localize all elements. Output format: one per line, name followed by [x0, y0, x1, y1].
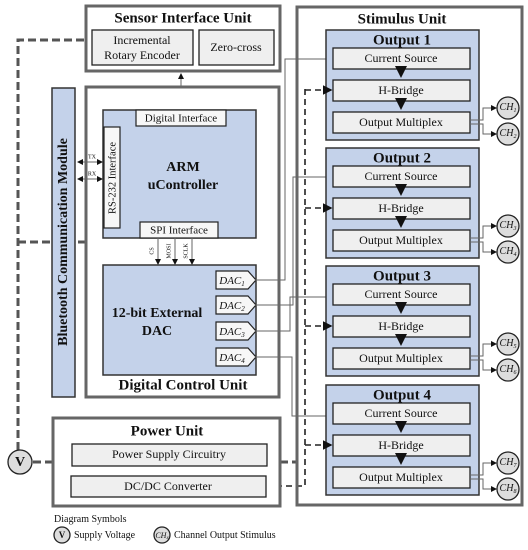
- output-title: Output 2: [373, 150, 431, 166]
- legend-title: Diagram Symbols: [54, 514, 127, 525]
- rs232-label: RS-232 Interface: [107, 142, 118, 214]
- arm-label-1: ARM: [166, 160, 199, 175]
- digital-control-title: Digital Control Unit: [119, 377, 248, 393]
- h-bridge-label: H-Bridge: [378, 319, 423, 333]
- mosi-label: MOSI: [166, 243, 172, 258]
- encoder-label-2: Rotary Encoder: [104, 48, 180, 62]
- sensor-interface-unit: Sensor Interface Unit Incremental Rotary…: [84, 4, 282, 73]
- legend-channel-label: Channel Output Stimulus: [174, 530, 276, 541]
- digital-interface-label: Digital Interface: [145, 113, 217, 125]
- h-bridge-label: H-Bridge: [378, 201, 423, 215]
- output-module-2: Output 2 Current Source H-Bridge Output Mul…: [305, 147, 520, 264]
- digital-control-unit: Digital Interface RS-232 Interface ARM u…: [77, 85, 281, 399]
- output-module-4: Output 4 Current Source H-Bridge Output Mul…: [305, 384, 520, 501]
- channel-output-8: CH8: [496, 477, 520, 501]
- dac-output-3: DAC3: [215, 321, 257, 341]
- stimulus-unit: Stimulus Unit Output 1 Current Source H-Br…: [295, 5, 524, 507]
- output-module-3: Output 3 Current Source H-Bridge Output Mul…: [305, 265, 520, 382]
- power-supply-label: Power Supply Circuitry: [112, 447, 226, 461]
- voltage-symbol-text: V: [15, 455, 25, 470]
- output-multiplex-label: Output Multiplex: [359, 233, 443, 247]
- bluetooth-module: Bluetooth Communication Module: [51, 87, 76, 398]
- dac-output-label: DAC4: [218, 352, 245, 365]
- output-module-1: Output 1 Current Source H-Bridge Output Mul…: [305, 29, 520, 146]
- system-block-diagram: Sensor Interface Unit Incremental Rotary…: [7, 4, 524, 544]
- legend-voltage-label: Supply Voltage: [74, 530, 136, 541]
- encoder-label-1: Incremental: [113, 33, 171, 47]
- dac-output-label: DAC3: [218, 326, 245, 339]
- tx-label: TX: [88, 154, 97, 160]
- output-multiplex-label: Output Multiplex: [359, 351, 443, 365]
- rx-label: RX: [88, 171, 97, 177]
- channel-output-7: CH7: [496, 451, 520, 475]
- supply-voltage-symbol: V: [7, 449, 33, 475]
- current-source-label: Current Source: [365, 406, 438, 420]
- dac-output-label: DAC1: [218, 275, 245, 288]
- channel-output-6: CH6: [496, 358, 520, 382]
- arm-label-2: uController: [148, 178, 219, 193]
- legend-voltage-symbol: V: [59, 530, 66, 540]
- cs-label: CS: [149, 247, 155, 254]
- dac-label-2: DAC: [142, 324, 172, 339]
- h-bridge-label: H-Bridge: [378, 83, 423, 97]
- power-unit-title: Power Unit: [131, 423, 204, 439]
- output-title: Output 3: [373, 268, 431, 284]
- current-source-label: Current Source: [365, 51, 438, 65]
- channel-output-4: CH4: [496, 240, 520, 264]
- output-multiplex-label: Output Multiplex: [359, 115, 443, 129]
- legend: Diagram Symbols V Supply Voltage CHx Cha…: [53, 514, 276, 544]
- channel-output-5: CH5: [496, 332, 520, 356]
- channel-output-3: CH3: [496, 214, 520, 238]
- dac-label-1: 12-bit External: [112, 306, 203, 321]
- current-source-label: Current Source: [365, 169, 438, 183]
- dac-output-4: DAC4: [215, 347, 257, 367]
- power-unit: Power Unit Power Supply Circuitry DC/DC …: [51, 416, 282, 508]
- dcdc-label: DC/DC Converter: [124, 479, 212, 493]
- output-title: Output 4: [373, 387, 431, 403]
- bluetooth-label: Bluetooth Communication Module: [56, 138, 71, 346]
- sensor-unit-title: Sensor Interface Unit: [114, 10, 251, 26]
- spi-label: SPI Interface: [150, 225, 208, 237]
- dac-output-2: DAC2: [215, 295, 257, 315]
- output-title: Output 1: [373, 32, 431, 48]
- channel-output-1: CH1: [496, 96, 520, 120]
- h-bridge-label: H-Bridge: [378, 438, 423, 452]
- current-source-label: Current Source: [365, 287, 438, 301]
- zero-cross-label: Zero-cross: [210, 40, 262, 54]
- channel-output-2: CH2: [496, 122, 520, 146]
- dac-output-label: DAC2: [218, 300, 245, 313]
- dac-output-1: DAC1: [215, 270, 257, 290]
- sclk-label: SCLK: [183, 243, 189, 259]
- stimulus-unit-title: Stimulus Unit: [358, 11, 447, 27]
- output-multiplex-label: Output Multiplex: [359, 470, 443, 484]
